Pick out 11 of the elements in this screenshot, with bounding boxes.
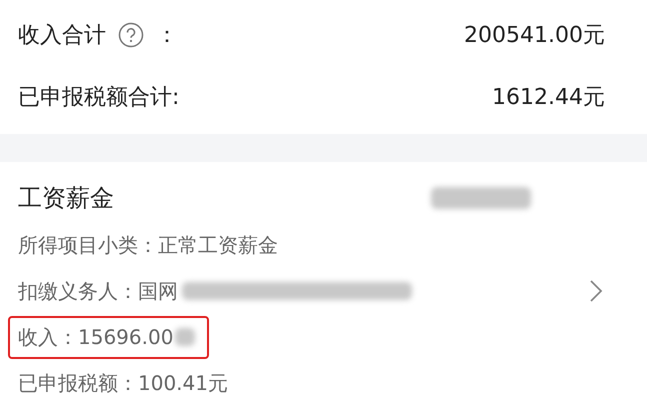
detail-text: 扣缴义务人：国网	[18, 278, 178, 304]
detail-text: 收入：15696.00	[18, 324, 174, 350]
chevron-right-icon[interactable]	[589, 279, 603, 303]
detail-text: 已申报税额：100.41元	[18, 370, 228, 396]
record-title: 工资薪金	[18, 183, 114, 214]
summary-label: 收入合计	[18, 22, 106, 50]
colon-text: ：	[156, 22, 178, 50]
detail-text: 所得项目小类：正常工资薪金	[18, 232, 278, 258]
summary-label: 已申报税额合计:	[18, 84, 180, 112]
summary-value: 200541.00元	[464, 22, 605, 50]
summary-value: 1612.44元	[492, 84, 605, 112]
